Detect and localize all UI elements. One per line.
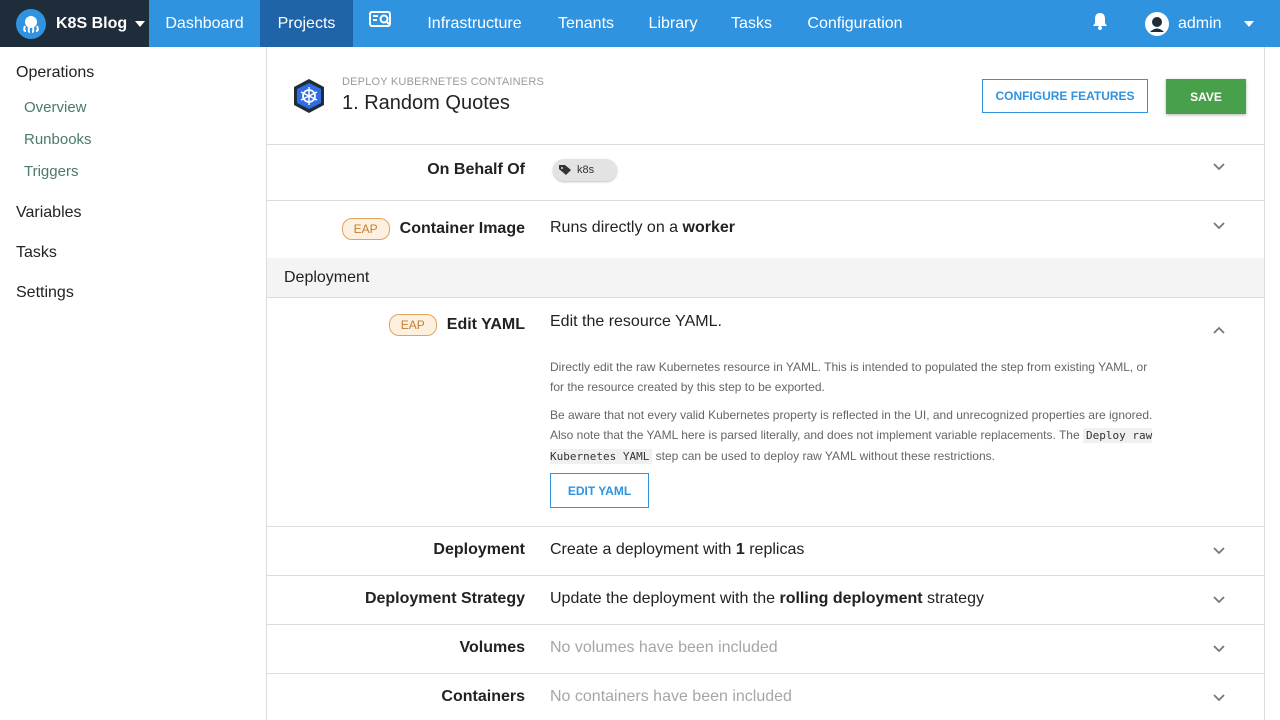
caret-down-icon [1243, 20, 1254, 27]
nav-projects[interactable]: Projects [260, 0, 353, 47]
row-label: Volumes [459, 639, 526, 656]
bell-icon [1090, 11, 1110, 36]
nav-tasks[interactable]: Tasks [714, 0, 789, 47]
help-text: Directly edit the raw Kubernetes resourc… [550, 360, 1148, 394]
help-text-part: step can be used to deploy raw YAML with… [652, 449, 995, 463]
eap-badge: EAP [388, 314, 437, 336]
chevron-down-icon[interactable] [1211, 640, 1227, 656]
step-type-label: DEPLOY KUBERNETES CONTAINERS [342, 76, 545, 88]
row-label-text: Edit YAML [446, 316, 525, 333]
row-container-image[interactable]: EAP Container Image Runs directly on a w… [267, 201, 1264, 259]
row-value: Update the deployment with the rolling d… [550, 590, 984, 608]
sidebar-item-settings[interactable]: Settings [16, 284, 74, 302]
nav-library[interactable]: Library [632, 0, 714, 47]
save-button[interactable]: SAVE [1166, 79, 1246, 114]
user-name: admin [1178, 14, 1222, 32]
sidebar-item-triggers[interactable]: Triggers [24, 163, 78, 180]
row-on-behalf-of[interactable]: On Behalf Of k8s [267, 144, 1264, 201]
sidebar-item-overview[interactable]: Overview [24, 99, 87, 116]
tag-label: k8s [577, 164, 595, 176]
value-bold: rolling deployment [779, 590, 923, 607]
value-bold: 1 [735, 541, 745, 558]
space-name: K8S Blog [56, 14, 128, 32]
eap-badge: EAP [341, 218, 390, 240]
user-avatar-icon [1145, 11, 1169, 36]
notifications-button[interactable] [1090, 0, 1110, 47]
row-label: Deployment [433, 541, 525, 558]
space-switcher[interactable]: K8S Blog [0, 0, 149, 47]
row-edit-yaml: EAP Edit YAML Edit the resource YAML. Di… [267, 298, 1264, 527]
sidebar-item-tasks[interactable]: Tasks [16, 244, 57, 262]
nav-infrastructure-search[interactable] [353, 0, 409, 47]
row-deployment[interactable]: Deployment Create a deployment with 1 re… [267, 527, 1264, 576]
edit-yaml-button[interactable]: EDIT YAML [550, 473, 649, 508]
sidebar-item-variables[interactable]: Variables [16, 204, 82, 222]
chevron-down-icon[interactable] [1211, 689, 1227, 705]
row-label: Containers [441, 688, 525, 705]
octopus-logo-icon [16, 8, 46, 39]
chevron-up-icon[interactable] [1211, 322, 1227, 338]
row-value: No containers have been included [550, 688, 792, 705]
row-label: On Behalf Of [427, 161, 525, 178]
top-navigation-bar: K8S Blog Dashboard Projects Infrastructu… [0, 0, 1280, 47]
row-value: Runs directly on a worker [550, 219, 735, 237]
tag-icon [559, 164, 571, 176]
section-deployment: Deployment [267, 258, 1264, 298]
page-title: 1. Random Quotes [342, 92, 510, 114]
value-text: Update the deployment with the [550, 590, 780, 607]
value-bold: worker [682, 219, 735, 236]
value-text: Runs directly on a [550, 219, 683, 236]
step-editor: DEPLOY KUBERNETES CONTAINERS 1. Random Q… [266, 47, 1265, 720]
row-value: Edit the resource YAML. [550, 313, 722, 330]
step-header: DEPLOY KUBERNETES CONTAINERS 1. Random Q… [267, 47, 1264, 145]
nav-dashboard[interactable]: Dashboard [149, 0, 260, 47]
nav-configuration[interactable]: Configuration [789, 0, 921, 47]
row-label-text: Container Image [399, 220, 525, 237]
row-label: EAP Container Image [341, 218, 525, 240]
help-text-part: Be aware that not every valid Kubernetes… [550, 408, 1153, 442]
help-text: Be aware that not every valid Kubernetes… [550, 405, 1160, 467]
chevron-down-icon[interactable] [1211, 158, 1227, 174]
row-value: Create a deployment with 1 replicas [550, 541, 804, 559]
chevron-down-icon[interactable] [1211, 542, 1227, 558]
sidebar-item-runbooks[interactable]: Runbooks [24, 131, 92, 148]
section-title: Deployment [284, 269, 370, 286]
row-volumes[interactable]: Volumes No volumes have been included [267, 625, 1264, 674]
sidebar-item-operations[interactable]: Operations [16, 64, 94, 82]
user-menu[interactable]: admin [1145, 0, 1254, 47]
chevron-down-icon[interactable] [1211, 217, 1227, 233]
nav-infrastructure[interactable]: Infrastructure [409, 0, 540, 47]
project-sidebar: Operations Overview Runbooks Triggers Va… [0, 47, 266, 720]
row-containers[interactable]: Containers No containers have been inclu… [267, 674, 1264, 720]
value-text: Create a deployment with [550, 541, 736, 558]
row-label: EAP Edit YAML [388, 314, 525, 336]
row-deployment-strategy[interactable]: Deployment Strategy Update the deploymen… [267, 576, 1264, 625]
value-text: replicas [744, 541, 805, 558]
row-label: Deployment Strategy [364, 590, 525, 607]
configure-features-button[interactable]: CONFIGURE FEATURES [982, 79, 1148, 113]
row-value: No volumes have been included [550, 639, 778, 656]
value-text: strategy [922, 590, 984, 607]
kubernetes-icon [291, 78, 327, 119]
nav-tenants[interactable]: Tenants [540, 0, 632, 47]
infrastructure-search-icon [369, 0, 393, 47]
tag-chip[interactable]: k8s [553, 159, 617, 181]
caret-down-icon [135, 20, 146, 27]
chevron-down-icon[interactable] [1211, 591, 1227, 607]
